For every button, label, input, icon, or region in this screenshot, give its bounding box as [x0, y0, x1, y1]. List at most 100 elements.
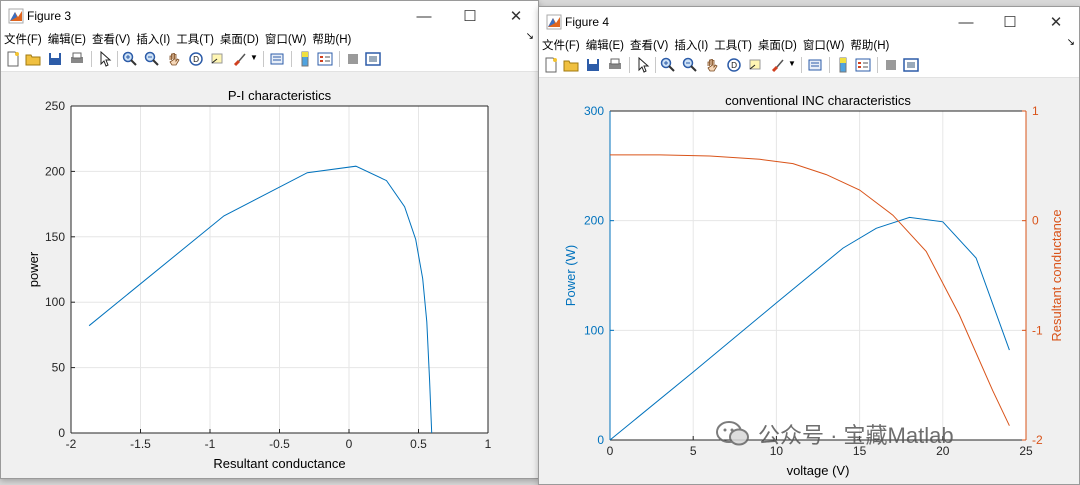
menu-edit[interactable]: 编辑(E)	[583, 37, 627, 53]
minimize-button[interactable]: —	[943, 7, 989, 37]
figure-4-window: Figure 4 — ☐ ✕ 文件(F) 编辑(E) 查看(V) 插入(I) 工…	[538, 6, 1080, 485]
pointer-icon[interactable]	[635, 57, 651, 73]
zoom-in-icon[interactable]	[660, 57, 676, 73]
chevron-down-icon[interactable]: ▼	[250, 53, 258, 62]
y-right-tick-label: 1	[1032, 104, 1039, 118]
rotate-3d-icon[interactable]: D	[188, 51, 204, 67]
pi-characteristics-plot[interactable]: -2 -1.5 -1 -0.5 0 0.5 1 0 50 100 150 200 250 P-I char…	[1, 72, 538, 477]
toolbar-separator	[801, 57, 802, 73]
toolbar-separator	[263, 51, 264, 67]
y-left-axis-label: Power (W)	[563, 245, 578, 306]
y-right-tick-label: -2	[1032, 433, 1043, 447]
y-tick-label: 200	[45, 164, 65, 178]
svg-text:D: D	[193, 55, 199, 64]
minimize-button[interactable]: —	[401, 1, 447, 31]
maximize-button[interactable]: ☐	[447, 1, 493, 31]
menu-window[interactable]: 窗口(W)	[262, 31, 310, 47]
menu-insert[interactable]: 插入(I)	[671, 37, 711, 53]
menu-view[interactable]: 查看(V)	[627, 37, 671, 53]
menu-bar: 文件(F) 编辑(E) 查看(V) 插入(I) 工具(T) 桌面(D) 窗口(W…	[1, 31, 538, 47]
colorbar-icon[interactable]	[835, 57, 851, 73]
chart-title: P-I characteristics	[228, 88, 332, 103]
chevron-down-icon[interactable]: ▼	[788, 59, 796, 68]
menu-desktop[interactable]: 桌面(D)	[217, 31, 262, 47]
save-icon[interactable]	[47, 51, 63, 67]
y-tick-label: 0	[597, 433, 604, 447]
wechat-icon	[716, 421, 749, 446]
menu-desktop[interactable]: 桌面(D)	[755, 37, 800, 53]
y-tick-label: 50	[52, 361, 66, 375]
x-tick-label: 0.5	[410, 437, 427, 451]
figure-3-window: Figure 3 — ☐ ✕ 文件(F) 编辑(E) 查看(V) 插入(I) 工…	[0, 0, 539, 479]
link-plot-icon[interactable]	[269, 51, 285, 67]
x-axis-label: voltage (V)	[787, 463, 850, 478]
hide-plot-tools-icon[interactable]	[883, 57, 899, 73]
menu-file[interactable]: 文件(F)	[1, 31, 45, 47]
menu-tools[interactable]: 工具(T)	[711, 37, 755, 53]
dock-arrow-icon[interactable]: ↘	[1067, 37, 1075, 48]
y-tick-label: 0	[58, 426, 65, 440]
menu-view[interactable]: 查看(V)	[89, 31, 133, 47]
toolbar-separator	[877, 57, 878, 73]
menu-edit[interactable]: 编辑(E)	[45, 31, 89, 47]
menu-help[interactable]: 帮助(H)	[847, 37, 892, 53]
save-icon[interactable]	[585, 57, 601, 73]
title-bar[interactable]: Figure 4 — ☐ ✕	[539, 7, 1079, 37]
title-bar[interactable]: Figure 3 — ☐ ✕	[1, 1, 538, 31]
toolbar-separator	[655, 57, 656, 73]
brush-icon[interactable]	[770, 57, 786, 73]
maximize-button[interactable]: ☐	[987, 7, 1033, 37]
watermark-text: 公众号 · 宝藏Matlab	[758, 423, 954, 448]
menu-window[interactable]: 窗口(W)	[800, 37, 848, 53]
y-right-tick-label: 0	[1032, 214, 1039, 228]
menu-file[interactable]: 文件(F)	[539, 37, 583, 53]
open-file-icon[interactable]	[563, 57, 579, 73]
toolbar-separator	[91, 51, 92, 67]
colorbar-icon[interactable]	[297, 51, 313, 67]
show-plot-tools-icon[interactable]	[365, 51, 381, 67]
y-tick-label: 300	[584, 104, 604, 118]
figure-canvas: -2 -1.5 -1 -0.5 0 0.5 1 0 50 100 150 200 250 P-I char…	[1, 72, 538, 478]
plot-area	[610, 111, 1026, 440]
x-tick-label: -0.5	[269, 437, 290, 451]
y-tick-label: 200	[584, 214, 604, 228]
y-tick-label: 250	[45, 99, 65, 113]
new-figure-icon[interactable]	[5, 51, 21, 67]
open-file-icon[interactable]	[25, 51, 41, 67]
y-axis-label: power	[26, 251, 41, 287]
rotate-3d-icon[interactable]: D	[726, 57, 742, 73]
show-plot-tools-icon[interactable]	[903, 57, 919, 73]
pan-icon[interactable]	[704, 57, 720, 73]
chart-title: conventional INC characteristics	[725, 93, 911, 108]
brush-icon[interactable]	[232, 51, 248, 67]
menu-insert[interactable]: 插入(I)	[133, 31, 173, 47]
window-title: Figure 4	[565, 15, 610, 29]
link-plot-icon[interactable]	[807, 57, 823, 73]
legend-icon[interactable]	[855, 57, 871, 73]
new-figure-icon[interactable]	[543, 57, 559, 73]
y-right-tick-label: -1	[1032, 323, 1043, 337]
matlab-icon	[8, 8, 24, 24]
menu-tools[interactable]: 工具(T)	[173, 31, 217, 47]
close-button[interactable]: ✕	[1033, 7, 1079, 37]
watermark: 公众号 · 宝藏Matlab	[716, 418, 954, 450]
close-button[interactable]: ✕	[493, 1, 538, 31]
menu-bar: 文件(F) 编辑(E) 查看(V) 插入(I) 工具(T) 桌面(D) 窗口(W…	[539, 37, 1079, 53]
zoom-in-icon[interactable]	[122, 51, 138, 67]
toolbar-separator	[339, 51, 340, 67]
dock-arrow-icon[interactable]: ↘	[526, 31, 534, 42]
print-icon[interactable]	[607, 57, 623, 73]
data-cursor-icon[interactable]	[747, 57, 763, 73]
window-title: Figure 3	[27, 9, 72, 23]
y-right-axis-label: Resultant conductance	[1049, 209, 1064, 341]
data-cursor-icon[interactable]	[209, 51, 225, 67]
hide-plot-tools-icon[interactable]	[345, 51, 361, 67]
legend-icon[interactable]	[317, 51, 333, 67]
pan-icon[interactable]	[166, 51, 182, 67]
pointer-icon[interactable]	[97, 51, 113, 67]
print-icon[interactable]	[69, 51, 85, 67]
x-tick-label: -1	[205, 437, 216, 451]
zoom-out-icon[interactable]	[682, 57, 698, 73]
zoom-out-icon[interactable]	[144, 51, 160, 67]
menu-help[interactable]: 帮助(H)	[309, 31, 354, 47]
